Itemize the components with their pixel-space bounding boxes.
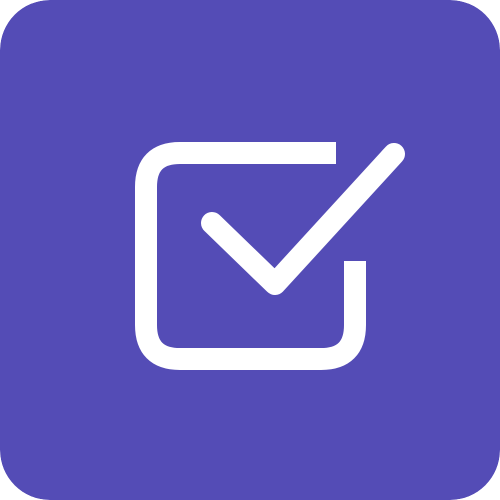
checkbox-checked-icon	[0, 0, 500, 500]
app-icon-tile	[0, 0, 500, 500]
